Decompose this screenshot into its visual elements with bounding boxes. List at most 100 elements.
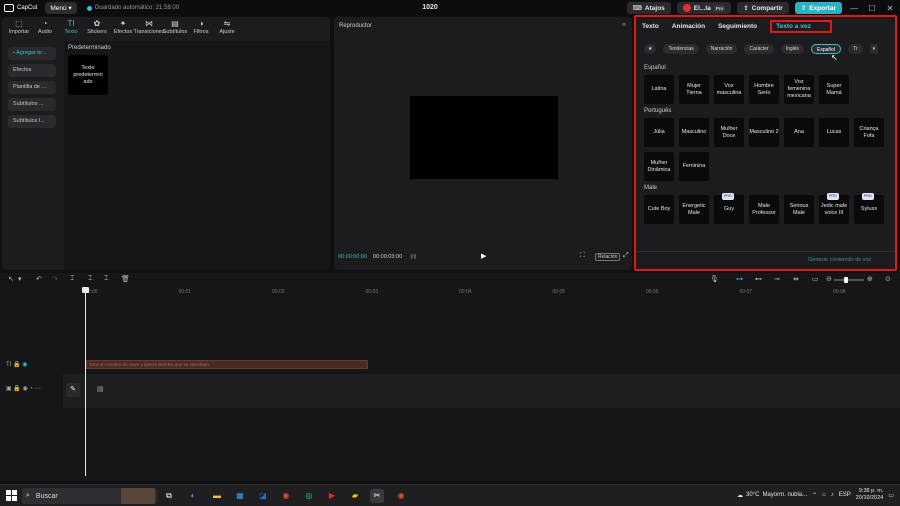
chrome-icon[interactable]: ◉ — [279, 489, 293, 503]
export-button[interactable]: ⇧ Exportar — [794, 2, 842, 14]
voice-card[interactable]: Voz masculina — [714, 75, 744, 104]
lock-icon[interactable]: 🔒 — [13, 362, 20, 368]
magnet-icon[interactable]: ⊶ — [736, 275, 743, 283]
tab-animacion[interactable]: Animación — [672, 23, 705, 33]
player-menu-icon[interactable]: ≡ — [622, 22, 626, 29]
close-window-button[interactable]: ✕ — [884, 4, 896, 13]
select-tool-icon[interactable]: ↖ — [8, 275, 14, 283]
undo-icon[interactable]: ↶ — [36, 275, 42, 283]
preview-axis-icon[interactable]: ⊸ — [774, 275, 780, 283]
ratio-button[interactable]: Relación — [595, 253, 621, 261]
voice-card[interactable]: Jedic male voice III PRO — [819, 193, 849, 224]
voice-card[interactable]: Masculino — [679, 118, 709, 147]
voice-card[interactable]: Mulher Dinâmica — [644, 152, 674, 181]
link-icon[interactable]: ⊷ — [755, 275, 762, 283]
voice-card[interactable]: Voz femenina mexicana — [784, 75, 814, 104]
default-text-card[interactable]: Texto predetermin ado — [68, 55, 108, 95]
notification-icon[interactable]: ▭ — [888, 492, 894, 499]
crop-icon[interactable]: ⛶ — [580, 252, 585, 260]
voice-card[interactable]: Júlia — [644, 118, 674, 147]
comment-icon[interactable]: ▭ — [812, 275, 819, 283]
chip-tr[interactable]: Tr — [848, 44, 863, 54]
voice-card[interactable]: Ana — [784, 118, 814, 147]
tab-seguimiento[interactable]: Seguimiento — [718, 23, 757, 33]
weather-widget[interactable]: ☁ 30°C Mayorm. nubla... — [737, 492, 807, 499]
voice-card[interactable]: Male Professor — [749, 195, 779, 224]
voice-card[interactable]: Super Mamá — [819, 75, 849, 104]
tab-transiciones[interactable]: ⋈ Transiciones — [134, 17, 165, 41]
network-icon[interactable]: ⌂ — [822, 492, 826, 498]
fullscreen-icon[interactable]: ⤢ — [623, 252, 629, 260]
edge-icon[interactable]: ◐ — [186, 489, 200, 503]
chevron-down-icon[interactable]: ▾ — [869, 44, 879, 54]
voice-card[interactable]: Mujer Tierna — [679, 75, 709, 104]
chevron-down-icon[interactable]: ▾ — [18, 275, 22, 283]
tab-audio[interactable]: ◔ Audio — [32, 17, 58, 41]
sidebar-item[interactable]: Efectos — [8, 64, 56, 77]
edit-cover-button[interactable]: ✎ — [66, 383, 80, 397]
tab-importar[interactable]: ⬚ Importar — [6, 17, 32, 41]
tab-ajuste[interactable]: ⇋ Ajuste — [214, 17, 240, 41]
tab-subtitulos[interactable]: ▤ Subtítulos — [162, 17, 188, 41]
zoom-slider[interactable] — [834, 277, 864, 283]
shortcuts-button[interactable]: ⌨ Atajos — [626, 2, 671, 14]
tab-efectos[interactable]: ✦ Efectos — [110, 17, 136, 41]
clock[interactable]: 9:38 p. m. 20/10/2024 — [856, 488, 884, 502]
split-icon[interactable]: ⌶ — [70, 275, 74, 283]
chip-caracter[interactable]: Carácter — [744, 44, 774, 54]
voice-card[interactable]: Serious Male — [784, 195, 814, 224]
voice-card[interactable]: Energetic Male — [679, 195, 709, 224]
minimize-button[interactable]: — — [848, 4, 860, 13]
sticky-notes-icon[interactable]: ▰ — [348, 489, 362, 503]
chip-ingles[interactable]: Inglés — [780, 44, 804, 54]
sidebar-item[interactable]: • Agregar te... — [8, 47, 56, 60]
fit-timeline-icon[interactable]: ⊙ — [885, 275, 891, 283]
playhead[interactable] — [85, 288, 86, 476]
tab-texto[interactable]: TI Texto — [58, 17, 84, 41]
voice-card[interactable]: Mulher Doce — [714, 118, 744, 147]
tab-stickers[interactable]: ✿ Stickers — [84, 17, 110, 41]
file-explorer-icon[interactable]: ▬ — [210, 489, 224, 503]
voice-card[interactable]: Criança Fofa — [854, 118, 884, 147]
sidebar-item[interactable]: Subtítulos l... — [8, 115, 56, 128]
voice-card[interactable]: Feminina — [679, 152, 709, 181]
tab-texto[interactable]: Texto — [642, 23, 659, 33]
microphone-icon[interactable]: 🎙 — [710, 275, 719, 283]
visibility-icon[interactable]: ◉ — [22, 362, 27, 368]
share-button[interactable]: ⇪ Compartir — [737, 2, 789, 14]
main-track[interactable]: ✎ ▤ — [63, 374, 900, 408]
redo-icon[interactable]: ↷ — [52, 275, 58, 283]
capcut-taskbar-icon[interactable]: ✂ — [370, 489, 384, 503]
voice-card[interactable]: Lucas — [819, 118, 849, 147]
generate-voice-button[interactable]: Generar contenido de voz — [808, 257, 871, 263]
youtube-icon[interactable]: ▶ — [325, 489, 339, 503]
sidebar-item[interactable]: Subtítulos ... — [8, 98, 56, 111]
cover-icon[interactable]: ▣ — [6, 386, 12, 392]
visibility-icon[interactable]: ◉ — [23, 386, 28, 392]
audio-icon[interactable]: ◔ — [29, 386, 33, 392]
windows-start-icon[interactable] — [6, 490, 17, 501]
lock-icon[interactable]: 🔒 — [13, 386, 20, 392]
user-profile-button[interactable]: El...la Pro — [676, 2, 732, 14]
voice-card[interactable]: Guy PRO — [714, 193, 744, 224]
voice-card[interactable]: Latina — [644, 75, 674, 104]
sidebar-item[interactable]: Plantilla de ... — [8, 81, 56, 94]
chrome-profile-icon[interactable]: ◉ — [394, 489, 408, 503]
menu-button[interactable]: Menú ▾ — [45, 2, 77, 14]
voice-card[interactable]: Masculino 2 — [749, 118, 779, 147]
preview-canvas[interactable] — [410, 96, 558, 179]
align-icon[interactable]: ⇹ — [793, 275, 799, 283]
tab-filtros[interactable]: ◑ Filtros — [188, 17, 214, 41]
chip-narracion[interactable]: Narración — [705, 44, 738, 54]
chevron-up-icon[interactable]: ⌃ — [812, 492, 817, 499]
zoom-in-icon[interactable]: ⊕ — [867, 275, 873, 283]
voice-card[interactable]: Syluss PRO — [854, 193, 884, 224]
tab-texto-a-voz[interactable]: Texto a voz — [770, 20, 833, 33]
split-right-icon[interactable]: ⌶ — [104, 275, 108, 283]
voice-card[interactable]: Cute Boy — [644, 195, 674, 224]
text-clip[interactable]: Toca un nombre en cines y quería decirle… — [86, 360, 368, 369]
chip-tendencias[interactable]: Tendencias — [663, 44, 699, 54]
zoom-slider-handle[interactable] — [844, 277, 848, 283]
favorites-chip[interactable]: ★ — [644, 44, 657, 54]
play-button[interactable]: ▶ — [481, 252, 486, 260]
